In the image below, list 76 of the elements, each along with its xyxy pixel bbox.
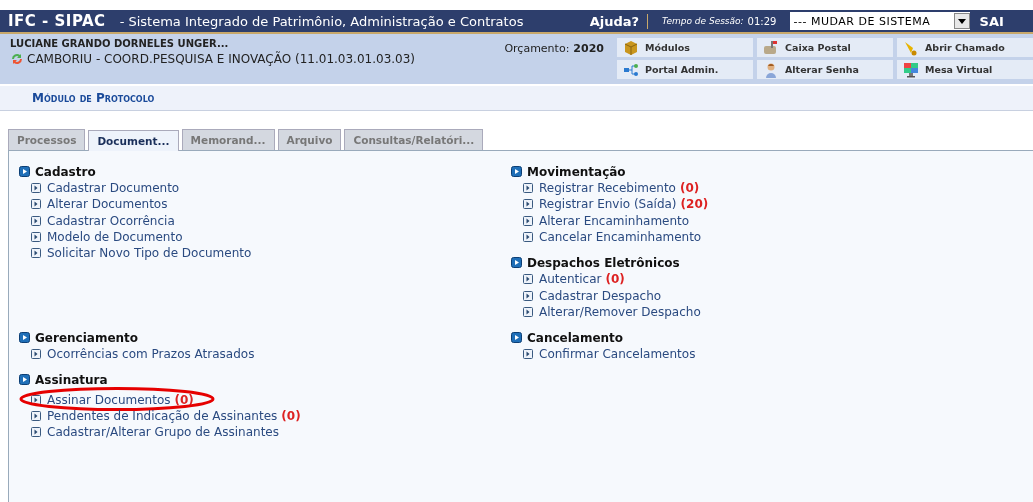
item-arrow-icon (523, 306, 533, 317)
menu-link[interactable]: Alterar Encaminhamento (539, 213, 690, 228)
section-title: Cancelamento (527, 330, 624, 345)
menu-link[interactable]: Cadastrar Ocorrência (47, 213, 175, 228)
pending-count: (20) (680, 197, 709, 212)
menu-link[interactable]: Registrar Envio (Saída) (539, 197, 677, 212)
item-arrow-icon (31, 183, 41, 194)
menu-link[interactable]: Confirmar Cancelamentos (539, 347, 696, 362)
item-arrow-icon (523, 290, 533, 301)
logout-link[interactable]: SAI (969, 13, 1004, 29)
mailbox-icon (763, 39, 779, 56)
session-time: 01:29 (746, 15, 778, 27)
section-bullet-icon (19, 166, 30, 177)
pending-count: (0) (281, 408, 301, 423)
tab[interactable]: Document... (88, 130, 179, 151)
user-name: LUCIANE GRANDO DORNELES UNGER... (10, 38, 230, 49)
menu-link[interactable]: Cadastrar/Alterar Grupo de Assinantes (47, 425, 279, 440)
shortcut-link[interactable]: Módulos (617, 38, 753, 57)
section-bullet-icon (511, 257, 522, 269)
item-arrow-icon (31, 349, 41, 360)
module-title: Módulo de Protocolo (32, 91, 155, 105)
item-arrow-icon (523, 232, 533, 243)
menu-link[interactable]: Ocorrências com Prazos Atrasados (47, 347, 255, 362)
pending-count: (0) (174, 392, 194, 407)
item-arrow-icon (31, 248, 41, 259)
pending-count: (0) (605, 272, 625, 287)
item-arrow-icon (523, 349, 533, 360)
shortcut-link[interactable]: Caixa Postal (757, 38, 893, 57)
shortcut-link[interactable]: Abrir Chamado (897, 38, 1033, 57)
shortcut-link[interactable]: Alterar Senha (757, 60, 893, 79)
section-title: Cadastro (35, 164, 96, 179)
menu-link[interactable]: Cadastrar Documento (47, 181, 180, 196)
item-arrow-icon (523, 274, 533, 285)
menu-link[interactable]: Assinar Documentos (47, 392, 171, 407)
section-bullet-icon (19, 374, 30, 386)
menu-link[interactable]: Registrar Recebimento (539, 181, 676, 196)
item-arrow-icon (31, 215, 41, 226)
network-icon (623, 61, 639, 78)
item-arrow-icon (523, 183, 533, 194)
item-arrow-icon (523, 199, 533, 210)
help-link[interactable]: Ajuda? (581, 13, 649, 29)
shortcut-link[interactable]: Mesa Virtual (897, 60, 1033, 79)
menu-link[interactable]: Alterar Documentos (47, 197, 168, 212)
box-icon (623, 39, 639, 56)
item-arrow-icon (31, 199, 41, 210)
menu-link[interactable]: Autenticar (539, 272, 602, 287)
menu-link[interactable]: Modelo de Documento (47, 230, 183, 245)
section-title: Assinatura (35, 372, 108, 387)
session-label: Tempo de Sessão: (661, 16, 744, 26)
section-bullet-icon (511, 166, 522, 177)
menu-link[interactable]: Pendentes de Indicação de Assinantes (47, 408, 278, 423)
item-arrow-icon (31, 427, 41, 438)
shortcut-link[interactable]: Portal Admin. (617, 60, 753, 79)
section-title: Movimentação (527, 164, 626, 179)
menu-link[interactable]: Solicitar Novo Tipo de Documento (47, 246, 252, 261)
unit-name: CAMBORIU - COORD.PESQUISA E INOVAÇÃO (11.01.03.01.03.03) (27, 52, 416, 66)
budget-year: 2020 (573, 42, 604, 55)
person-icon (763, 61, 779, 78)
item-arrow-icon (31, 410, 41, 421)
pending-count: (0) (679, 181, 700, 196)
system-brand: IFC - SIPAC (7, 12, 106, 30)
section-bullet-icon (511, 332, 522, 344)
section-title: Gerenciamento (35, 330, 139, 345)
section-bullet-icon (19, 332, 30, 344)
system-name: - Sistema Integrado de Patrimônio, Administração e Contratos (118, 13, 525, 29)
menu-link[interactable]: Alterar/Remover Despacho (539, 304, 701, 319)
menu-link[interactable]: Cadastrar Despacho (539, 288, 662, 303)
section-title: Despachos Eletrônicos (527, 255, 680, 270)
item-arrow-icon (523, 215, 533, 226)
item-arrow-icon (31, 394, 41, 405)
menu-link[interactable]: Cancelar Encaminhamento (539, 230, 702, 245)
budget-label: Orçamento: (504, 42, 570, 55)
swap-arrows-icon[interactable] (10, 52, 24, 66)
monitor-icon (903, 61, 919, 78)
item-arrow-icon (31, 232, 41, 243)
system-select[interactable]: --- MUDAR DE SISTEMA (789, 12, 970, 30)
